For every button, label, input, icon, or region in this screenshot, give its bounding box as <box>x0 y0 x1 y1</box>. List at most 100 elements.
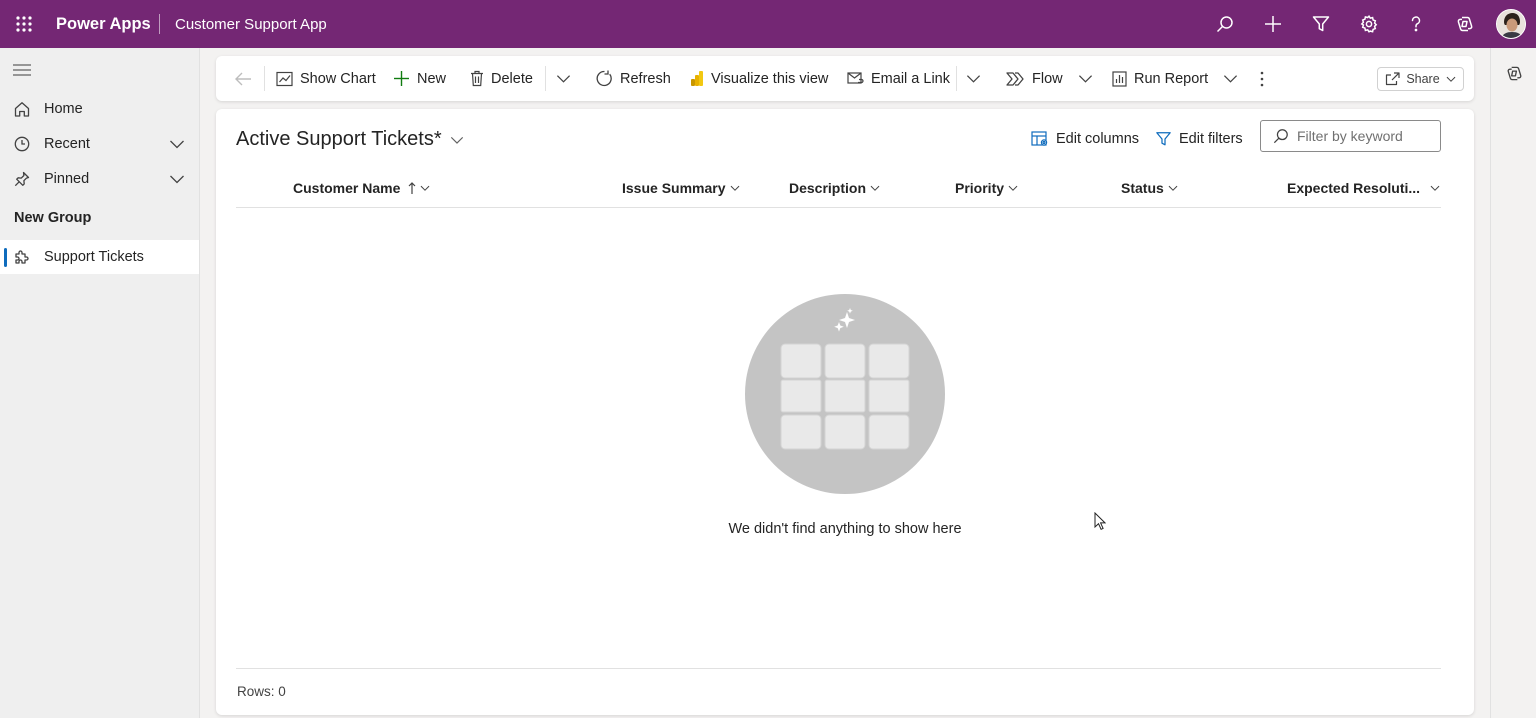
command-divider <box>956 66 957 91</box>
column-label: Expected Resoluti... <box>1287 180 1421 196</box>
keyword-filter-input[interactable]: Filter by keyword <box>1260 120 1441 152</box>
more-vertical-icon <box>1260 71 1264 87</box>
copilot-icon[interactable] <box>1497 58 1531 88</box>
nav-item-pinned[interactable]: Pinned <box>0 162 199 196</box>
email-link-button[interactable]: Email a Link <box>847 56 950 101</box>
delete-button[interactable]: Delete <box>470 56 533 101</box>
show-chart-button[interactable]: Show Chart <box>276 56 376 101</box>
brand-title[interactable]: Power Apps <box>56 15 151 34</box>
sort-ascending-icon <box>408 181 416 195</box>
back-button[interactable] <box>234 56 252 101</box>
chevron-down-icon <box>730 183 740 193</box>
more-email-chevron[interactable] <box>966 56 981 101</box>
view-grid-card: Active Support Tickets* Edit columns Edi… <box>216 109 1474 715</box>
flow-icon <box>1006 71 1025 87</box>
column-label: Description <box>789 180 867 196</box>
column-label: Issue Summary <box>622 180 726 196</box>
nav-item-label: Pinned <box>44 171 90 187</box>
row-count: Rows: 0 <box>237 684 286 699</box>
share-button[interactable]: Share <box>1377 67 1464 91</box>
filter-icon[interactable] <box>1303 6 1339 42</box>
edit-columns-label: Edit columns <box>1056 131 1140 147</box>
site-map-nav: Home Recent Pinned New Group Support Tic… <box>0 48 200 718</box>
edit-filters-button[interactable]: Edit filters <box>1155 127 1243 151</box>
chevron-down-icon <box>870 183 880 193</box>
edit-columns-icon <box>1031 131 1049 147</box>
command-divider <box>264 66 265 91</box>
nav-item-label: Recent <box>44 136 90 152</box>
command-bar: Show Chart New Delete Refresh Visualize … <box>216 56 1474 101</box>
column-label: Priority <box>955 180 1005 196</box>
run-report-label: Run Report <box>1134 70 1209 87</box>
app-header: Power Apps Customer Support App <box>0 0 1536 48</box>
email-link-icon <box>847 71 864 86</box>
user-avatar[interactable] <box>1496 9 1526 39</box>
share-icon <box>1385 72 1400 86</box>
more-delete-chevron[interactable] <box>556 56 571 101</box>
settings-icon[interactable] <box>1351 6 1387 42</box>
flow-label: Flow <box>1032 70 1063 87</box>
column-header-description[interactable]: Description <box>789 177 880 199</box>
app-name[interactable]: Customer Support App <box>175 16 327 33</box>
trash-icon <box>470 70 484 87</box>
chevron-down-icon[interactable] <box>169 136 185 152</box>
chevron-down-icon[interactable] <box>1078 71 1093 86</box>
edit-filters-label: Edit filters <box>1179 131 1243 147</box>
filter-icon <box>1155 131 1172 147</box>
visualize-view-button[interactable]: Visualize this view <box>690 56 828 101</box>
run-report-button[interactable]: Run Report <box>1112 56 1238 101</box>
header-divider <box>236 207 1441 208</box>
home-icon <box>0 101 44 117</box>
chevron-down-icon <box>450 133 464 147</box>
edit-columns-button[interactable]: Edit columns <box>1031 127 1139 151</box>
clock-icon <box>0 136 44 152</box>
nav-item-support-tickets[interactable]: Support Tickets <box>0 240 199 274</box>
column-label: Status <box>1121 180 1164 196</box>
column-header-expected-resolution[interactable]: Expected Resoluti... <box>1287 177 1440 199</box>
column-header-issue-summary[interactable]: Issue Summary <box>622 177 740 199</box>
chevron-down-icon <box>556 71 571 86</box>
column-header-status[interactable]: Status <box>1121 177 1178 199</box>
column-label: Customer Name <box>293 180 401 196</box>
nav-item-home[interactable]: Home <box>0 92 199 126</box>
chevron-down-icon[interactable] <box>169 171 185 187</box>
chart-icon <box>276 71 293 87</box>
chevron-down-icon <box>1430 183 1440 193</box>
refresh-button[interactable]: Refresh <box>596 56 671 101</box>
column-header-priority[interactable]: Priority <box>955 177 1018 199</box>
copilot-icon[interactable] <box>1447 6 1483 42</box>
power-bi-icon <box>690 70 704 87</box>
nav-item-label: Home <box>44 101 83 117</box>
puzzle-icon <box>0 249 44 265</box>
plus-icon[interactable] <box>1255 6 1291 42</box>
new-label: New <box>417 70 447 87</box>
report-icon <box>1112 70 1127 87</box>
search-icon[interactable] <box>1207 6 1243 42</box>
header-divider <box>159 14 160 34</box>
chevron-down-icon <box>966 71 981 86</box>
share-label: Share <box>1406 72 1440 86</box>
show-chart-label: Show Chart <box>300 70 376 87</box>
nav-item-recent[interactable]: Recent <box>0 127 199 161</box>
refresh-label: Refresh <box>620 70 671 87</box>
column-header-customer-name[interactable]: Customer Name <box>293 177 430 199</box>
chevron-down-icon[interactable] <box>1223 71 1238 86</box>
nav-group-heading: New Group <box>14 210 92 226</box>
new-button[interactable]: New <box>393 56 446 101</box>
chevron-down-icon <box>1008 183 1018 193</box>
hamburger-menu-icon[interactable] <box>8 58 36 82</box>
view-selector[interactable]: Active Support Tickets* <box>236 128 464 151</box>
empty-state-message: We didn't find anything to show here <box>728 521 962 537</box>
chevron-down-icon <box>420 183 430 193</box>
arrow-left-icon <box>234 71 252 87</box>
help-icon[interactable] <box>1398 6 1434 42</box>
flow-button[interactable]: Flow <box>1006 56 1093 101</box>
more-commands-button[interactable] <box>1260 56 1264 101</box>
view-title: Active Support Tickets* <box>236 128 442 150</box>
keyword-filter-placeholder: Filter by keyword <box>1297 128 1403 144</box>
email-link-label: Email a Link <box>871 70 950 87</box>
footer-divider <box>236 668 1441 669</box>
command-divider <box>545 66 546 91</box>
waffle-icon[interactable] <box>6 6 42 42</box>
pin-icon <box>0 171 44 187</box>
